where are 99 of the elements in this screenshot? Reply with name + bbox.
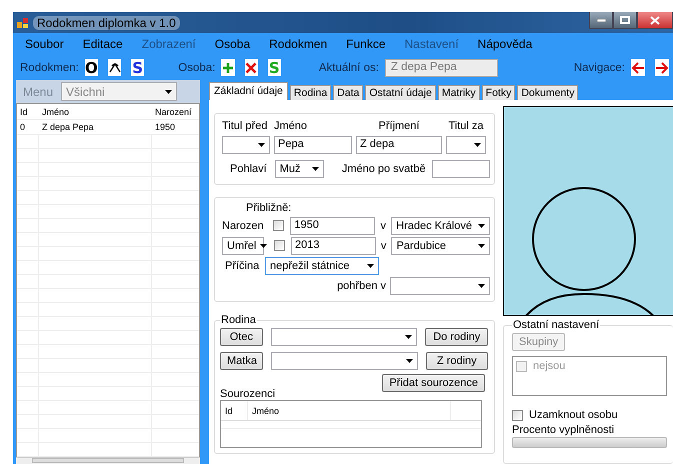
- tab[interactable]: Data: [333, 85, 364, 100]
- menu-item[interactable]: Nápověda: [478, 37, 532, 51]
- field-label: Přibližně:: [246, 202, 292, 214]
- father-button[interactable]: Otec: [220, 328, 263, 346]
- death-dropdown[interactable]: Umřel: [222, 236, 264, 254]
- field-label: Narozen: [222, 220, 265, 232]
- field-label: Příčina: [225, 260, 260, 272]
- tab[interactable]: Matriky: [438, 85, 480, 100]
- dropdown-caret-icon: [406, 359, 413, 363]
- field-label: pohřben v: [337, 280, 386, 292]
- table-cell-text: 0: [19, 122, 26, 132]
- column-header[interactable]: Id: [221, 401, 248, 420]
- remove-from-family-button[interactable]: Z rodiny: [426, 352, 488, 370]
- field-label: Příjmení: [378, 120, 420, 132]
- minimize-icon: [596, 18, 606, 22]
- section-label: Sourozenci: [220, 388, 276, 400]
- column-header[interactable]: Jméno: [248, 401, 451, 420]
- field-label: Jméno po svatbě: [342, 163, 426, 175]
- toolbar-label: Osoba:: [178, 62, 216, 74]
- field-label: Pohlaví: [230, 163, 267, 175]
- dropdown-caret-icon: [312, 167, 319, 171]
- window-title: Rodokmen diplomka v 1.0: [33, 16, 180, 30]
- dropdown-caret-icon: [258, 143, 265, 147]
- menu-item[interactable]: Osoba: [214, 37, 250, 51]
- tab[interactable]: Ostatní údaje: [365, 85, 436, 100]
- input-field[interactable]: Z depa: [356, 136, 442, 154]
- horizontal-scrollbar[interactable]: [16, 457, 200, 464]
- checkbox[interactable]: [273, 220, 284, 231]
- left-arrow-icon: [630, 62, 645, 74]
- person-dropdown[interactable]: [270, 328, 418, 346]
- tab[interactable]: Fotky: [482, 85, 516, 100]
- field-label: Titul za: [447, 120, 485, 132]
- delete-button[interactable]: [244, 59, 258, 76]
- cause-dropdown[interactable]: nepřežil státnice: [265, 256, 379, 274]
- toolbar-label: Rodokmen:: [20, 62, 79, 74]
- sex-dropdown[interactable]: Muž: [274, 160, 324, 178]
- title-dropdown[interactable]: [222, 136, 270, 154]
- dropdown-caret-icon: [478, 224, 486, 228]
- field-label: Titul před: [222, 120, 268, 132]
- field-label: Jméno: [274, 120, 308, 132]
- close-icon: [650, 16, 660, 24]
- add-sibling-button[interactable]: Přidat sourozence: [382, 374, 485, 392]
- app-icon: [17, 16, 29, 28]
- add-button[interactable]: [221, 59, 235, 76]
- plus-icon: [222, 62, 234, 74]
- column-header[interactable]: Id: [17, 106, 39, 116]
- toolbar-button[interactable]: [108, 59, 122, 76]
- place-dropdown[interactable]: [390, 276, 490, 294]
- dropdown-caret-icon: [367, 264, 374, 268]
- progress-label: Procento vyplněnosti: [512, 424, 614, 436]
- table-cell-text: 1950: [154, 122, 176, 132]
- maximize-button[interactable]: [613, 12, 637, 29]
- tab[interactable]: Základní údaje: [209, 82, 288, 100]
- place-dropdown[interactable]: Pardubice: [391, 236, 490, 254]
- current-person-field[interactable]: Z depa Pepa: [384, 58, 498, 76]
- table-cell-text: Z depa Pepa: [41, 122, 95, 132]
- column-header[interactable]: Narození: [152, 106, 199, 116]
- minimize-button[interactable]: [589, 12, 613, 29]
- dropdown-caret-icon: [165, 90, 172, 94]
- dropdown-caret-icon: [478, 284, 485, 288]
- group-title: Rodina: [220, 314, 257, 326]
- dropdown-caret-icon: [260, 244, 268, 248]
- toolbar-label: Aktuální os:: [318, 62, 379, 74]
- person-dropdown[interactable]: [271, 352, 418, 370]
- toolbar-label: Navigace:: [574, 62, 625, 74]
- checkbox[interactable]: [512, 410, 523, 421]
- dropdown-caret-icon: [405, 335, 412, 339]
- input-field[interactable]: 1950: [290, 216, 376, 234]
- mother-button[interactable]: Matka: [220, 352, 263, 370]
- menu-item[interactable]: Editace: [82, 37, 123, 51]
- place-dropdown[interactable]: Hradec Králové: [391, 216, 490, 234]
- toolbar-button[interactable]: S: [131, 59, 144, 76]
- menu-item[interactable]: Soubor: [25, 37, 64, 51]
- add-to-family-button[interactable]: Do rodiny: [425, 328, 488, 346]
- input-field[interactable]: Pepa: [274, 136, 352, 154]
- close-button[interactable]: [637, 12, 673, 29]
- checkbox-label: Uzamknout osobu: [529, 409, 618, 422]
- tab[interactable]: Dokumenty: [517, 85, 578, 100]
- dropdown-caret-icon: [478, 244, 485, 248]
- forward-button[interactable]: [654, 59, 669, 76]
- field-label: v: [380, 220, 387, 232]
- tab[interactable]: Rodina: [290, 85, 332, 100]
- dropdown-caret-icon: [474, 143, 481, 147]
- field-label: v: [380, 240, 388, 252]
- title-dropdown[interactable]: [446, 136, 486, 154]
- back-button[interactable]: [630, 59, 645, 76]
- menu-item[interactable]: Rodokmen: [269, 37, 328, 51]
- input-field[interactable]: 2013: [291, 236, 376, 254]
- column-header[interactable]: Jméno: [39, 106, 152, 116]
- cross-icon: [245, 62, 258, 74]
- input-field[interactable]: [432, 160, 490, 178]
- menu-item[interactable]: Funkce: [346, 37, 386, 51]
- maximize-icon: [620, 16, 630, 24]
- group-title: Ostatní nastavení: [512, 319, 600, 332]
- checkbox-label: nejsou: [533, 360, 566, 372]
- toolbar-button[interactable]: O: [84, 59, 98, 76]
- checkbox[interactable]: [274, 240, 285, 251]
- right-arrow-icon: [654, 62, 669, 74]
- menu-label: Menu: [23, 84, 54, 98]
